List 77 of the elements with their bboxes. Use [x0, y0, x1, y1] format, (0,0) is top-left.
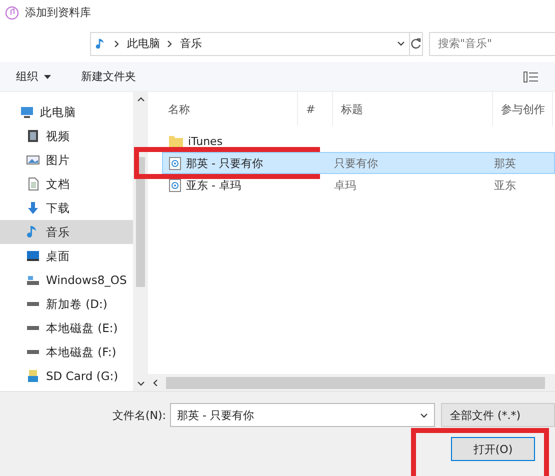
download-icon	[26, 201, 40, 215]
sidebar-label: Windows8_OS	[46, 273, 127, 287]
drive-icon	[26, 273, 40, 287]
sidebar-item[interactable]: Windows8_OS	[0, 268, 134, 292]
title-cell-text: 卓玛	[334, 178, 357, 192]
chevron-down-icon	[397, 40, 405, 47]
music-app-icon	[5, 6, 19, 20]
artist-cell-text: 那英	[494, 156, 517, 170]
desktop-icon	[26, 249, 40, 263]
sidebar-item[interactable]: 本地磁盘 (E:)	[0, 316, 134, 340]
column-header[interactable]: #	[298, 92, 333, 126]
column-header[interactable]: 标题	[333, 92, 493, 126]
vertical-scrollbar[interactable]	[133, 92, 148, 391]
column-header[interactable]: 参与创作	[493, 92, 553, 126]
chevron-right-icon	[166, 40, 174, 47]
chevron-right-icon	[113, 40, 121, 47]
sidebar-label: 图片	[46, 152, 70, 168]
organize-button[interactable]: 组织	[16, 67, 51, 86]
title-cell-text: 只要有你	[334, 156, 379, 170]
scroll-up-icon	[136, 96, 145, 103]
sidebar-label: 本地磁盘 (F:)	[46, 344, 116, 360]
sidebar-label: 视频	[46, 128, 70, 144]
sidebar-item[interactable]: 桌面	[0, 244, 134, 268]
file-row[interactable]: 那英 - 只要有你 只要有你 那英	[162, 152, 555, 174]
sidebar-item[interactable]: 此电脑	[0, 100, 134, 124]
new-folder-button[interactable]: 新建文件夹	[81, 67, 136, 86]
address-bar[interactable]: 此电脑 音乐	[90, 32, 410, 56]
filename-field[interactable]: 那英 - 只要有你	[170, 403, 435, 427]
chevron-down-icon	[420, 412, 428, 418]
sidebar-label: SD Card (G:)	[46, 369, 118, 383]
file-name: iTunes	[188, 134, 223, 148]
folder-icon	[169, 135, 183, 147]
sidebar-item[interactable]: SD Card (G:)	[0, 364, 134, 388]
scroll-left-icon	[152, 379, 160, 386]
sidebar-label: 此电脑	[40, 104, 76, 120]
sidebar-item[interactable]: 下载	[0, 196, 134, 220]
document-icon	[26, 177, 40, 191]
file-row[interactable]: iTunes	[148, 130, 555, 152]
caret-icon	[44, 74, 51, 78]
file-name: 亚东 - 卓玛	[186, 178, 241, 192]
drive-icon	[26, 302, 40, 306]
sidebar-item[interactable]: 音乐	[0, 220, 134, 244]
file-type-dropdown[interactable]: 全部文件 (*.*)	[441, 403, 555, 427]
drive-icon	[26, 326, 40, 330]
file-name: 那英 - 只要有你	[186, 156, 263, 170]
sidebar-label: 下载	[46, 200, 70, 216]
sidebar-label: 文档	[46, 176, 70, 192]
refresh-button[interactable]	[409, 32, 423, 56]
window-title: 添加到资料库	[25, 5, 91, 20]
open-button[interactable]: 打开(O)	[451, 437, 535, 461]
drive-icon	[26, 350, 40, 354]
film-icon	[26, 129, 40, 143]
sidebar-item[interactable]: 新加卷 (D:)	[0, 292, 134, 316]
scroll-down-icon	[136, 380, 145, 387]
horizontal-scrollbar[interactable]	[148, 374, 555, 391]
sidebar-item[interactable]: 本地磁盘 (F:)	[0, 340, 134, 364]
column-header[interactable]: 名称	[148, 92, 298, 126]
sidebar-item[interactable]: 文档	[0, 172, 134, 196]
refresh-icon	[410, 38, 422, 50]
sidebar-item[interactable]: 图片	[0, 148, 134, 172]
artist-cell-text: 亚东	[494, 178, 517, 192]
sidebar-label: 音乐	[46, 224, 70, 240]
sidebar-label: 本地磁盘 (E:)	[46, 320, 118, 336]
breadcrumb[interactable]: 音乐	[180, 36, 202, 51]
view-options-icon[interactable]	[523, 70, 539, 82]
sidebar-item[interactable]: 视频	[0, 124, 134, 148]
music-file-icon	[169, 156, 181, 170]
music-file-icon	[169, 178, 181, 192]
file-row[interactable]: 亚东 - 卓玛 卓玛 亚东	[148, 174, 555, 196]
sidebar-label: 桌面	[46, 248, 70, 264]
sd-card-icon	[26, 369, 40, 383]
picture-icon	[26, 153, 40, 167]
computer-icon	[20, 105, 34, 119]
sidebar-label: 新加卷 (D:)	[46, 296, 108, 312]
breadcrumb[interactable]: 此电脑	[127, 36, 160, 51]
filename-label: 文件名(N):	[111, 408, 167, 422]
search-field[interactable]: 搜索"音乐"	[429, 32, 555, 56]
